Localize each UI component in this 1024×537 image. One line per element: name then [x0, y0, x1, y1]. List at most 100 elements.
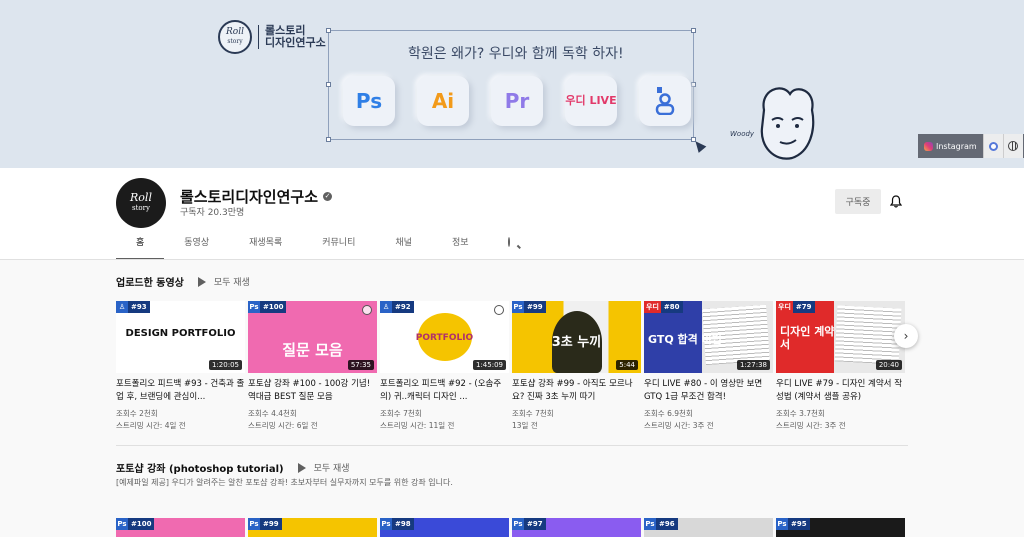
video-thumbnail[interactable]: Ps #100 질문 모음 57:35: [248, 301, 377, 373]
brand-name: 롤스토리 디자인연구소: [258, 25, 326, 49]
video-card[interactable]: Ps #99 3초 누끼 5:44 포토샵 강좌 #99 - 아직도 모르나요? …: [512, 301, 641, 432]
video-title[interactable]: 우디 LIVE #80 - 이 영상만 보면 GTQ 1급 무조건 합격!: [644, 378, 773, 404]
bell-icon[interactable]: [890, 195, 902, 208]
video-meta: 조회수 4.4천회 스트리밍 시간: 6일 전: [248, 408, 377, 432]
next-arrow-button[interactable]: ›: [894, 324, 918, 348]
circle-link[interactable]: [982, 134, 1003, 158]
play-all-label: 모두 재생: [313, 464, 350, 474]
video-card[interactable]: Ps #98: [380, 518, 509, 537]
video-card[interactable]: Ps #95: [776, 518, 905, 537]
video-card[interactable]: ♙ #93 DESIGN PORTFOLIO 1:20:05 포트폴리오 피드백 …: [116, 301, 245, 432]
tab-home[interactable]: 홈: [116, 232, 165, 260]
video-title[interactable]: 포트폴리오 피드백 #93 - 건축과 졸업 후, 브랜딩에 관심이...: [116, 378, 245, 404]
video-thumbnail[interactable]: ♙ #92 PORTFOLIO 1:45:09: [380, 301, 509, 373]
thumbnail-text: 3초 누끼: [551, 335, 602, 350]
video-meta: 조회수 7천회 13일 전: [512, 408, 641, 432]
thumbnail-badge: Ps #100: [248, 301, 287, 313]
video-thumbnail[interactable]: Ps #100: [116, 518, 245, 537]
video-title[interactable]: 포토샵 강좌 #100 - 100강 기념! 역대급 BEST 질문 모음: [248, 378, 377, 404]
video-thumbnail[interactable]: Ps #98: [380, 518, 509, 537]
selection-handle: [326, 82, 331, 87]
shelf-description: [예제파일 제공] 우디가 알려주는 알찬 포토샵 강좌! 초보자부터 실무자까…: [116, 478, 453, 487]
badge-app-label: Ps: [512, 301, 524, 313]
tab-search[interactable]: [489, 232, 529, 260]
channel-tabs: 홈 동영상 재생목록 커뮤니티 채널 정보: [116, 232, 529, 260]
badge-number: #97: [524, 518, 546, 530]
banner-brand: Roll story 롤스토리 디자인연구소: [218, 20, 326, 54]
video-thumbnail[interactable]: Ps #99: [248, 518, 377, 537]
video-card[interactable]: Ps #99: [248, 518, 377, 537]
thumbnail-badge: ♙ #93: [116, 301, 150, 313]
photoshop-icon: Ps: [343, 76, 395, 126]
video-title[interactable]: 포트폴리오 피드백 #92 - (오솜주의) 귀..캐릭터 디자인 ...: [380, 378, 509, 404]
shelf-uploads-header: 업로드한 동영상 모두 재생: [116, 274, 250, 289]
channel-name-text: 롤스토리디자인연구소: [180, 188, 319, 206]
video-thumbnail[interactable]: 우디 #79 디자인 계약서 20:40: [776, 301, 905, 373]
video-thumbnail[interactable]: ♙ #93 DESIGN PORTFOLIO 1:20:05: [116, 301, 245, 373]
illustrator-icon: Ai: [417, 76, 469, 126]
rollstory-logo-icon: [494, 305, 504, 315]
badge-number: #93: [128, 301, 150, 313]
tab-about[interactable]: 정보: [432, 232, 489, 260]
video-thumbnail[interactable]: Ps #99 3초 누끼 5:44: [512, 301, 641, 373]
instagram-link[interactable]: Instagram: [918, 134, 983, 158]
channel-header: Roll story 롤스토리디자인연구소 ✓ 구독자 20.3만명 구독중 홈…: [0, 168, 1024, 260]
woody-live-icon: 우디 LIVE: [565, 76, 617, 126]
thumbnail-text: 디자인 계약서: [780, 325, 835, 351]
app-tiles: Ps Ai Pr 우디 LIVE: [343, 76, 691, 126]
rollstory-logo-icon: [362, 305, 372, 315]
video-thumbnail[interactable]: Ps #95: [776, 518, 905, 537]
badge-number: #98: [392, 518, 414, 530]
video-thumbnail[interactable]: 우디 #80 GTQ 합격 비법 1:27:38: [644, 301, 773, 373]
badge-number: #100: [128, 518, 155, 530]
badge-number: #95: [788, 518, 810, 530]
thumbnail-badge: Ps #95: [776, 518, 810, 530]
badge-app-label: Ps: [644, 518, 656, 530]
video-card[interactable]: ♙ #92 PORTFOLIO 1:45:09 포트폴리오 피드백 #92 - (…: [380, 301, 509, 432]
thumbnail-badge: Ps #99: [248, 518, 282, 530]
tab-channels[interactable]: 채널: [375, 232, 432, 260]
video-card[interactable]: Ps #100: [116, 518, 245, 537]
tab-playlists[interactable]: 재생목록: [229, 232, 302, 260]
badge-user-icon: ♙: [116, 301, 128, 313]
badge-app-label: 우디: [776, 301, 793, 313]
video-title[interactable]: 포토샵 강좌 #99 - 아직도 모르나요? 진짜 3초 누끼 따기: [512, 378, 641, 404]
video-thumbnail[interactable]: Ps #97: [512, 518, 641, 537]
selection-handle: [326, 137, 331, 142]
thumbnail-badge: 우디 #80: [644, 301, 683, 313]
thumbnail-badge: ♙ #92: [380, 301, 414, 313]
video-views: 조회수 7천회: [380, 409, 422, 418]
brand-name-line2: 디자인연구소: [265, 36, 326, 49]
woody-label: Woody: [730, 130, 755, 138]
video-time: 스트리밍 시간: 6일 전: [248, 421, 318, 430]
video-card[interactable]: 우디 #80 GTQ 합격 비법 1:27:38 우디 LIVE #80 - 이 …: [644, 301, 773, 432]
badge-number: #79: [792, 301, 815, 313]
tab-videos[interactable]: 동영상: [164, 232, 229, 260]
play-all-button[interactable]: 모두 재생: [297, 461, 350, 474]
tab-community[interactable]: 커뮤니티: [302, 232, 375, 260]
video-card[interactable]: 우디 #79 디자인 계약서 20:40 우디 LIVE #79 - 디자인 계약…: [776, 301, 905, 432]
thumbnail-badge: 우디 #79: [776, 301, 815, 313]
video-views: 조회수 2천회: [116, 409, 158, 418]
channel-name: 롤스토리디자인연구소 ✓: [180, 186, 333, 207]
play-all-button[interactable]: 모두 재생: [197, 275, 250, 288]
brand-logo: Roll story: [218, 20, 252, 54]
website-link[interactable]: [1002, 134, 1023, 158]
badge-number: #100: [260, 301, 287, 313]
brand-logo-line2: story: [227, 38, 243, 45]
video-thumbnail[interactable]: Ps #96: [644, 518, 773, 537]
video-views: 조회수 3.7천회: [776, 409, 825, 418]
shelf-photoshop-header: 포토샵 강좌 (photoshop tutorial) 모두 재생: [116, 460, 350, 475]
avatar[interactable]: Roll story: [116, 178, 166, 228]
video-card[interactable]: Ps #96: [644, 518, 773, 537]
badge-app-label: Ps: [380, 518, 392, 530]
shelf-photoshop-title[interactable]: 포토샵 강좌 (photoshop tutorial): [116, 460, 284, 475]
video-card[interactable]: Ps #97: [512, 518, 641, 537]
thumbnail-text: DESIGN PORTFOLIO: [125, 328, 236, 339]
thumbnail-badge: Ps #96: [644, 518, 678, 530]
thumbnail-badge: Ps #97: [512, 518, 546, 530]
video-card[interactable]: Ps #100 질문 모음 57:35 포토샵 강좌 #100 - 100강 기념…: [248, 301, 377, 432]
video-title[interactable]: 우디 LIVE #79 - 디자인 계약서 작성법 (계약서 샘플 공유): [776, 378, 905, 404]
shelf-uploads-title[interactable]: 업로드한 동영상: [116, 274, 184, 289]
subscribe-button[interactable]: 구독중: [835, 189, 881, 214]
